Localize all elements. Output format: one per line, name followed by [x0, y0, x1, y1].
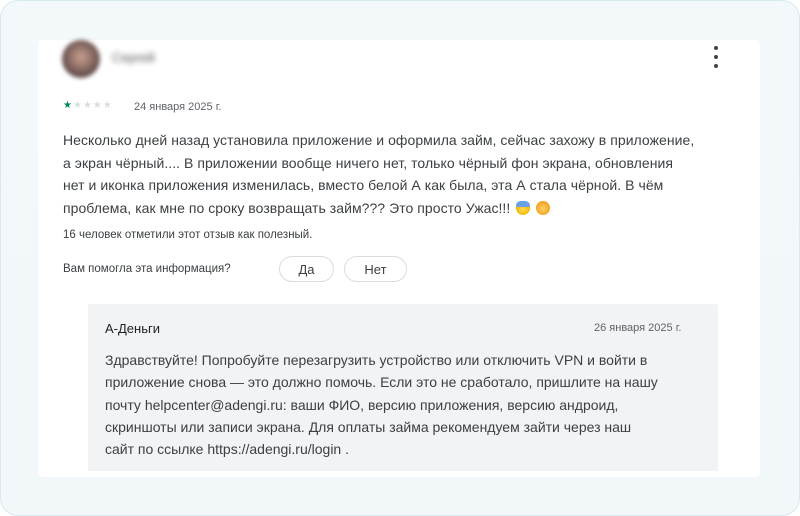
review-text-line: проблема, как мне по сроку возвращать за… — [63, 199, 511, 216]
reply-text: Здравствуйте! Попробуйте перезагрузить у… — [105, 349, 705, 460]
author-name: Сергей — [112, 50, 155, 65]
reply-text-line: приложение снова — это должно помочь. Ес… — [105, 374, 658, 391]
more-options-icon[interactable] — [706, 46, 726, 68]
reply-text-line: скриншоты или записи экрана. Для оплаты … — [105, 418, 632, 435]
helpful-count: 16 человек отметили этот отзыв как полез… — [63, 229, 313, 241]
rating-stars: ★ ★ ★ ★ ★ — [63, 100, 112, 112]
review-date: 24 января 2025 г. — [134, 101, 222, 113]
star-empty-icon: ★ — [82, 100, 92, 111]
reply-text-line: сайт по ссылке https://adengi.ru/login . — [105, 441, 350, 458]
star-empty-icon: ★ — [72, 100, 82, 111]
reply-date: 26 января 2025 г. — [594, 322, 682, 334]
review-text-line: а экран чёрный.... В приложении вообще н… — [63, 154, 674, 171]
reply-text-line: почту helpcenter@adengi.ru: ваши ФИО, ве… — [105, 396, 619, 413]
reply-text-line: Здравствуйте! Попробуйте перезагрузить у… — [105, 352, 648, 368]
star-empty-icon: ★ — [92, 100, 102, 111]
star-empty-icon: ★ — [102, 100, 112, 111]
review-text-line-last: проблема, как мне по сроку возвращать за… — [63, 197, 753, 220]
star-filled-icon: ★ — [63, 100, 72, 111]
no-button[interactable]: Нет — [344, 256, 407, 282]
review-text-line: нет и иконка приложения изменилась, вмес… — [63, 177, 664, 193]
face-screaming-icon — [516, 200, 531, 215]
helpful-question: Вам помогла эта информация? — [63, 263, 231, 275]
review-text: Несколько дней назад установила приложен… — [63, 129, 753, 219]
yes-button[interactable]: Да — [279, 256, 334, 282]
avatar — [62, 40, 100, 78]
face-sweat-icon — [536, 200, 551, 215]
reply-author: А-Деньги — [105, 321, 160, 336]
review-text-line: Несколько дней назад установила приложен… — [63, 132, 695, 148]
